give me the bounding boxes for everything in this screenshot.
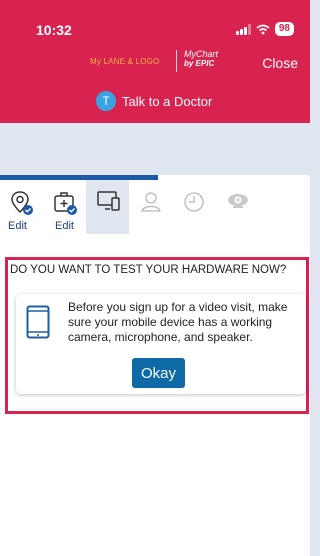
clock-icon: [184, 192, 204, 212]
hardware-test-message: Before you sign up for a video visit, ma…: [68, 300, 288, 344]
step-edit-link[interactable]: Edit: [43, 220, 86, 232]
step-location[interactable]: Edit: [0, 180, 43, 234]
talk-to-doctor-button[interactable]: T Talk to a Doctor: [96, 91, 212, 111]
signal-icon: [235, 23, 251, 35]
organization-logo: My LANE & LOGO: [90, 57, 160, 66]
hardware-test-card: Before you sign up for a video visit, ma…: [16, 294, 306, 394]
person-icon: [141, 192, 161, 212]
status-icons: 98: [235, 22, 294, 36]
step-time[interactable]: [172, 180, 215, 234]
mychart-logo: MyChart by EPIC: [184, 49, 224, 69]
status-time: 10:32: [36, 22, 72, 38]
step-medical[interactable]: Edit: [43, 180, 86, 234]
location-check-icon: [11, 191, 33, 215]
step-person[interactable]: [129, 180, 172, 234]
mychart-logo-text: MyChart: [184, 49, 219, 59]
avatar: T: [96, 91, 116, 111]
webcam-icon: [228, 194, 248, 208]
close-button[interactable]: Close: [262, 55, 298, 71]
steps-nav: Edit Edit: [0, 180, 310, 234]
epic-logo-text: by EPIC: [184, 59, 215, 68]
spacer-band: [0, 123, 310, 175]
talk-to-doctor-label: Talk to a Doctor: [122, 93, 213, 109]
medical-kit-check-icon: [54, 192, 77, 215]
step-edit-link[interactable]: Edit: [8, 220, 43, 232]
logo-divider: [176, 50, 177, 72]
battery-indicator: 98: [274, 22, 294, 36]
okay-button[interactable]: Okay: [132, 358, 185, 388]
app-header: 10:32 98 My LANE & LOGO MyChart by EPIC …: [0, 0, 310, 123]
hardware-test-question: DO YOU WANT TO TEST YOUR HARDWARE NOW?: [10, 264, 287, 276]
wifi-icon: [256, 24, 270, 34]
step-device[interactable]: [86, 180, 129, 234]
tablet-icon: [26, 305, 50, 339]
device-icon: [97, 191, 120, 211]
step-webcam[interactable]: [215, 180, 258, 234]
